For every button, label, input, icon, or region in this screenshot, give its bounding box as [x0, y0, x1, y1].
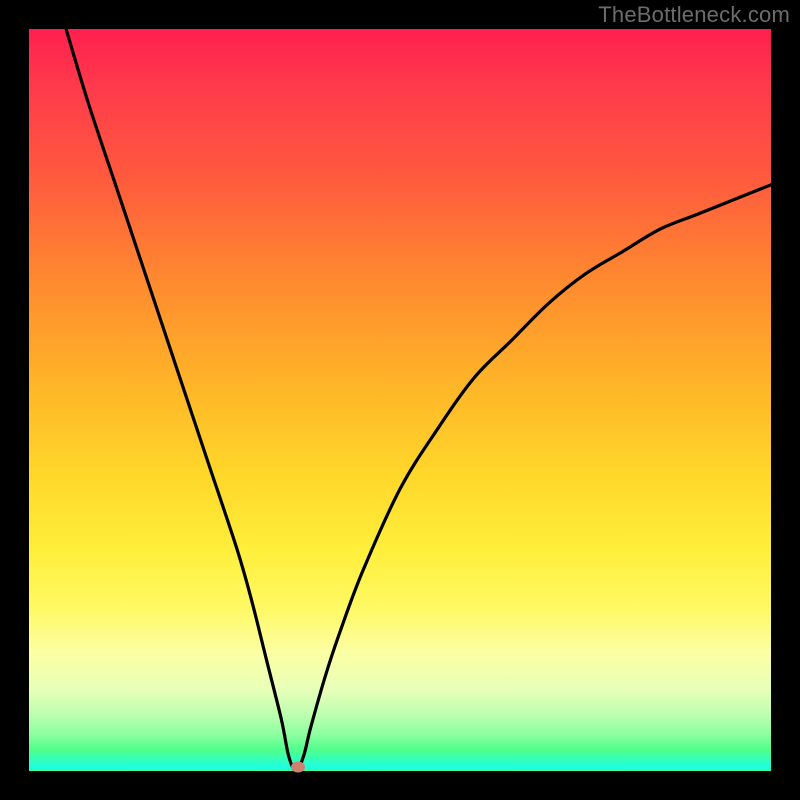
- curve-svg: [29, 29, 771, 771]
- optimal-point-marker: [291, 762, 305, 773]
- plot-area: [29, 29, 771, 771]
- bottleneck-curve: [66, 29, 771, 771]
- chart-frame: TheBottleneck.com: [0, 0, 800, 800]
- watermark-text: TheBottleneck.com: [598, 2, 790, 28]
